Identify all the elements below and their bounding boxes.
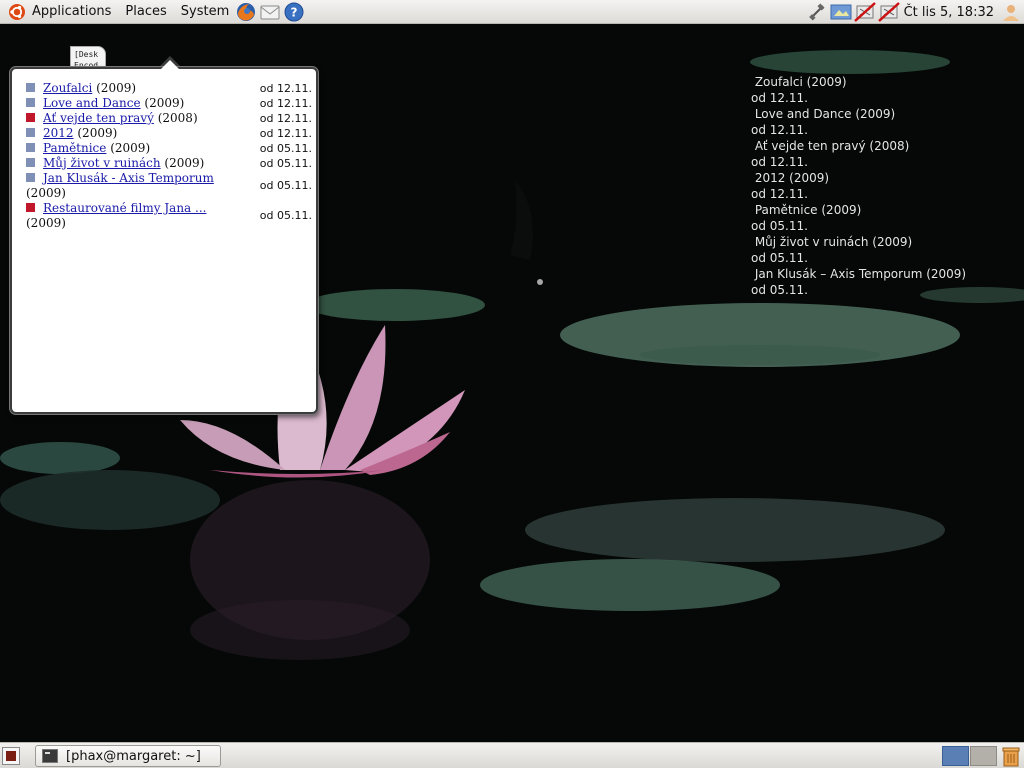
movie-link[interactable]: Ať vejde ten pravý <box>43 111 154 125</box>
movie-year: (2009) <box>164 156 205 170</box>
movie-link[interactable]: Zoufalci <box>43 81 92 95</box>
movie-link[interactable]: Restaurované filmy Jana ... <box>43 201 206 215</box>
help-icon[interactable]: ? <box>283 1 305 23</box>
marker-square <box>26 98 35 107</box>
premiere-date: od 12.11. <box>259 82 312 95</box>
mail-icon[interactable] <box>259 1 281 23</box>
list-item: Zoufalci (2009) od 12.11. <box>26 81 312 96</box>
workspace-1[interactable] <box>942 746 969 766</box>
list-item: 2012 (2009) od 12.11. <box>26 126 312 141</box>
marker-square <box>26 113 35 122</box>
popup-pointer-inner <box>161 60 179 69</box>
movie-year: (2008) <box>157 111 198 125</box>
movie-premieres-popup: Zoufalci (2009) od 12.11. Love and Dance… <box>10 67 318 414</box>
movie-list: Zoufalci (2009) od 12.11. Love and Dance… <box>26 81 312 231</box>
taskbar-button-label: [phax@margaret: ~] <box>66 748 201 764</box>
system-menu[interactable]: System <box>181 4 229 19</box>
desktop-file-label-line1: [Desk <box>74 50 99 59</box>
list-item: Love and Dance (2009) od 12.11. <box>26 96 312 111</box>
firefox-icon[interactable] <box>235 1 257 23</box>
workspace-2[interactable] <box>970 746 997 766</box>
list-item: Jan Klusák - Axis Temporum (2009) od 05.1… <box>26 171 312 201</box>
applications-menu[interactable]: Applications <box>32 4 111 19</box>
taskbar-terminal-button[interactable]: [phax@margaret: ~] <box>35 745 221 767</box>
premiere-date: od 05.11. <box>259 209 312 222</box>
desktop-premieres-overlay: Zoufalci (2009) od 12.11. Love and Dance… <box>751 75 967 297</box>
list-item: Můj život v ruinách (2009) od 05.11. <box>26 156 312 171</box>
svg-text:?: ? <box>291 5 298 19</box>
premiere-date: od 12.11. <box>259 97 312 110</box>
movie-link[interactable]: Pamětnice <box>43 141 106 155</box>
clock[interactable]: Čt lis 5, 18:32 <box>904 5 994 20</box>
terminal-icon <box>42 749 58 763</box>
user-icon[interactable] <box>1000 1 1022 23</box>
premiere-date: od 12.11. <box>259 112 312 125</box>
list-item: Pamětnice (2009) od 05.11. <box>26 141 312 156</box>
marker-square <box>26 158 35 167</box>
places-menu[interactable]: Places <box>125 4 166 19</box>
premiere-date: od 05.11. <box>259 157 312 170</box>
movie-year: (2009) <box>26 216 66 230</box>
system-tray: Čt lis 5, 18:32 <box>806 0 1024 24</box>
marker-square <box>26 128 35 137</box>
movie-year: (2009) <box>110 141 151 155</box>
movie-link[interactable]: 2012 <box>43 126 74 140</box>
trash-icon[interactable] <box>1001 745 1021 767</box>
premiere-date: od 05.11. <box>259 179 312 192</box>
marker-square <box>26 203 35 212</box>
marker-square <box>26 143 35 152</box>
network-icon[interactable] <box>806 1 828 23</box>
list-item: Restaurované filmy Jana ... (2009) od 05.… <box>26 201 312 231</box>
movie-link[interactable]: Love and Dance <box>43 96 141 110</box>
show-desktop-button[interactable] <box>2 747 20 765</box>
premiere-date: od 05.11. <box>259 142 312 155</box>
marker-square <box>26 83 35 92</box>
movie-year: (2009) <box>77 126 118 140</box>
movie-link[interactable]: Jan Klusák - Axis Temporum <box>43 171 214 185</box>
disabled-applet-icon[interactable] <box>853 1 876 23</box>
movie-link[interactable]: Můj život v ruinách <box>43 156 161 170</box>
ubuntu-logo-icon[interactable] <box>8 3 26 21</box>
list-item: Ať vejde ten pravý (2008) od 12.11. <box>26 111 312 126</box>
movie-year: (2009) <box>144 96 185 110</box>
movie-year: (2009) <box>26 186 66 200</box>
bottom-panel: [phax@margaret: ~] <box>0 742 1024 768</box>
marker-square <box>26 173 35 182</box>
disabled-applet-icon[interactable] <box>877 1 900 23</box>
premiere-date: od 12.11. <box>259 127 312 140</box>
display-icon[interactable] <box>830 1 852 23</box>
top-panel: Applications Places System ? Čt lis 5, 1… <box>0 0 1024 24</box>
movie-year: (2009) <box>96 81 137 95</box>
